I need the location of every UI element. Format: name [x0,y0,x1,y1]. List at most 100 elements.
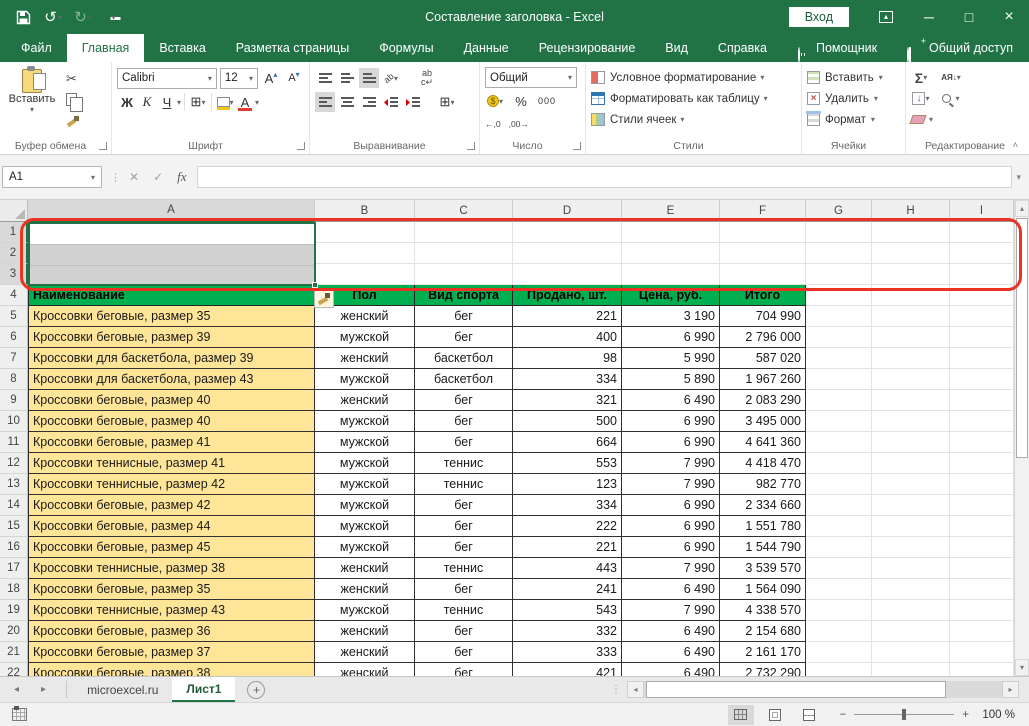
cancel-entry-icon[interactable]: ✕ [129,170,139,184]
chevron-down-icon[interactable]: ▾ [177,98,181,107]
row-header[interactable]: 13 [0,474,28,495]
cell-price[interactable]: 7 990 [622,453,720,474]
cell-price[interactable]: 6 490 [622,579,720,600]
normal-view-button[interactable] [728,705,754,725]
cell[interactable] [872,642,950,663]
collapse-ribbon-icon[interactable]: ˄ [1013,140,1018,150]
table-header-cell[interactable]: Итого [720,285,806,306]
row-header[interactable]: 9 [0,390,28,411]
cell[interactable] [513,222,622,243]
zoom-out-icon[interactable]: − [840,709,847,721]
cell[interactable] [806,558,872,579]
row-header[interactable]: 8 [0,369,28,390]
ribbon-tab[interactable]: Справка [703,34,782,62]
align-center-button[interactable] [337,92,357,112]
increase-indent-button[interactable] [403,92,423,112]
ribbon-tab[interactable]: Главная [67,34,145,62]
cell-gender[interactable]: мужской [315,369,415,390]
align-top-button[interactable] [315,68,335,88]
align-right-button[interactable] [359,92,379,112]
row-header[interactable]: 20 [0,621,28,642]
cell[interactable] [872,537,950,558]
cell[interactable] [806,390,872,411]
row-header[interactable]: 10 [0,411,28,432]
cell-name[interactable]: Кроссовки теннисные, размер 38 [28,558,315,579]
insert-cells-button[interactable]: Вставить▾ [807,67,900,88]
cell-gender[interactable]: мужской [315,453,415,474]
scroll-down-icon[interactable]: ▾ [1015,659,1029,676]
cell-price[interactable]: 6 990 [622,537,720,558]
cell-name[interactable]: Кроссовки теннисные, размер 42 [28,474,315,495]
ribbon-tab[interactable]: Формулы [364,34,448,62]
cell[interactable] [872,222,950,243]
cell[interactable] [315,222,415,243]
cell[interactable] [872,264,950,285]
cell[interactable] [872,369,950,390]
cell[interactable] [806,474,872,495]
cell-gender[interactable]: мужской [315,327,415,348]
cell[interactable] [872,348,950,369]
row-header[interactable]: 6 [0,327,28,348]
cell[interactable] [950,663,1014,676]
decrease-decimal-button[interactable]: ,00→ [509,120,529,129]
cell-sold[interactable]: 321 [513,390,622,411]
cell-sold[interactable]: 332 [513,621,622,642]
horizontal-scroll-thumb[interactable] [646,681,946,698]
column-header[interactable]: H [872,200,950,222]
cell-total[interactable]: 2 154 680 [720,621,806,642]
cell[interactable] [950,306,1014,327]
cell-gender[interactable]: мужской [315,537,415,558]
ribbon-tab[interactable]: Рецензирование [524,34,651,62]
cell[interactable] [950,495,1014,516]
vertical-scrollbar[interactable]: ▴ ▾ [1014,200,1029,676]
cell-name[interactable]: Кроссовки беговые, размер 41 [28,432,315,453]
italic-button[interactable]: К [137,92,157,112]
cell-sold[interactable]: 334 [513,495,622,516]
cell-sport[interactable]: баскетбол [415,369,513,390]
row-header[interactable]: 21 [0,642,28,663]
cell-sport[interactable]: бег [415,663,513,676]
cell-price[interactable]: 5 890 [622,369,720,390]
cell-gender[interactable]: мужской [315,516,415,537]
cell-sold[interactable]: 98 [513,348,622,369]
cell-total[interactable]: 4 338 570 [720,600,806,621]
chevron-down-icon[interactable]: ▾ [255,98,259,107]
cell-gender[interactable]: мужской [315,432,415,453]
format-as-table-button[interactable]: Форматировать как таблицу▾ [591,88,796,109]
paste-options-icon[interactable] [314,289,334,308]
horizontal-scroll-track[interactable] [644,681,1002,698]
page-break-view-button[interactable] [796,705,822,725]
cell[interactable] [950,369,1014,390]
cell[interactable] [950,411,1014,432]
ribbon-tab[interactable]: Вставка [144,34,220,62]
column-header[interactable]: E [622,200,720,222]
row-header[interactable]: 16 [0,537,28,558]
cell-gender[interactable]: женский [315,348,415,369]
cell[interactable] [622,264,720,285]
cell[interactable] [806,495,872,516]
sign-in-button[interactable]: Вход [789,7,849,27]
cell[interactable] [950,285,1014,306]
cell[interactable] [950,222,1014,243]
cell[interactable] [872,516,950,537]
cell-name[interactable]: Кроссовки беговые, размер 37 [28,642,315,663]
align-middle-button[interactable] [337,68,357,88]
cell[interactable] [950,348,1014,369]
table-header-cell[interactable]: Продано, шт. [513,285,622,306]
cell-sold[interactable]: 123 [513,474,622,495]
cell-price[interactable]: 5 990 [622,348,720,369]
cell-sport[interactable]: бег [415,411,513,432]
cell-sold[interactable]: 543 [513,600,622,621]
cell[interactable] [872,663,950,676]
cell-total[interactable]: 1 551 780 [720,516,806,537]
scroll-left-icon[interactable]: ◂ [627,681,644,698]
cell-gender[interactable]: мужской [315,495,415,516]
cell[interactable] [315,264,415,285]
cell-price[interactable]: 7 990 [622,558,720,579]
cell[interactable] [950,390,1014,411]
cell-name[interactable]: Кроссовки для баскетбола, размер 43 [28,369,315,390]
row-header[interactable]: 2 [0,243,28,264]
font-color-button[interactable]: А [235,92,255,112]
cell[interactable] [872,495,950,516]
maximize-button[interactable]: □ [949,0,989,34]
